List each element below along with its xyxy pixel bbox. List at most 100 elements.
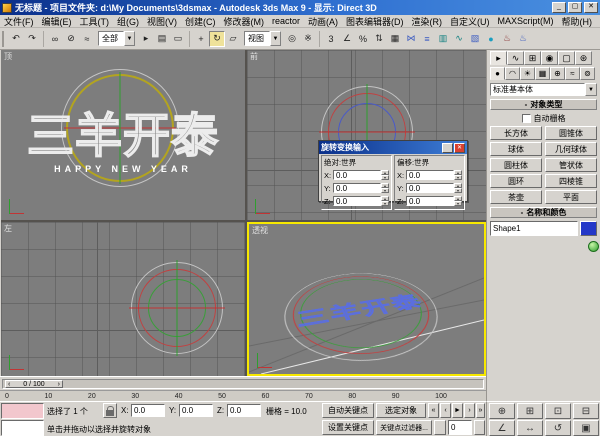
torus-button[interactable]: 圆环	[490, 174, 542, 188]
rollout-name-and-color[interactable]: - 名称和颜色	[490, 207, 597, 218]
subtab-space-warps-icon[interactable]: ≈	[565, 67, 580, 80]
undo-icon[interactable]: ↶	[8, 31, 24, 47]
subtab-systems-icon[interactable]: ⊚	[580, 67, 595, 80]
select-object-icon[interactable]: ▸	[138, 31, 154, 47]
viewport-front-label[interactable]: 前	[250, 51, 258, 62]
spinner[interactable]: ▴▾	[381, 170, 389, 180]
teapot-button[interactable]: 茶壶	[490, 190, 542, 204]
geosphere-button[interactable]: 几何球体	[545, 142, 597, 156]
tube-button[interactable]: 管状体	[545, 158, 597, 172]
viewport-top-label[interactable]: 顶	[4, 51, 12, 62]
dialog-pin-button[interactable]	[442, 143, 453, 153]
redo-icon[interactable]: ↷	[24, 31, 40, 47]
zoom-extents-icon[interactable]: ⊡	[545, 403, 571, 419]
sphere-button[interactable]: 球体	[490, 142, 542, 156]
render-setup-icon[interactable]: ♨	[499, 31, 515, 47]
absolute-x-field[interactable]: 0.0	[333, 170, 381, 180]
auto-key-button[interactable]: 自动关键点	[322, 403, 374, 418]
align-icon[interactable]: ≡	[419, 31, 435, 47]
curve-editor-icon[interactable]: ∿	[451, 31, 467, 47]
cone-button[interactable]: 圆锥体	[545, 126, 597, 140]
use-pivot-point-center-icon[interactable]: ◎	[284, 31, 300, 47]
spinner[interactable]: ▴▾	[381, 183, 389, 193]
pyramid-button[interactable]: 四棱锥	[545, 174, 597, 188]
dialog-close-icon[interactable]: ✕	[454, 143, 465, 153]
subtab-shapes-icon[interactable]: ◠	[505, 67, 520, 80]
rotate-transform-type-in-dialog[interactable]: 旋转变换输入 ✕ 绝对:世界 X: 0.0 ▴▾ Y: 0.0 ▴▾ Z: 0.…	[318, 140, 468, 202]
zoom-all-icon[interactable]: ⊞	[517, 403, 543, 419]
absolute-z-field[interactable]: 0.0	[333, 196, 381, 206]
minimize-button[interactable]: _	[552, 2, 566, 13]
menu-item-create[interactable]: 创建(C)	[181, 15, 220, 28]
select-and-link-icon[interactable]: ∞	[47, 31, 63, 47]
menu-item-modifiers[interactable]: 修改器(M)	[220, 15, 269, 28]
menu-item-edit[interactable]: 编辑(E)	[38, 15, 76, 28]
menu-item-rendering[interactable]: 渲染(R)	[408, 15, 447, 28]
play-icon[interactable]: ►	[452, 403, 463, 418]
cylinder-button[interactable]: 圆柱体	[490, 158, 542, 172]
subtab-cameras-icon[interactable]: ▦	[535, 67, 550, 80]
named-selection-sets-icon[interactable]: ▦	[387, 31, 403, 47]
quick-render-icon[interactable]: ♨	[515, 31, 531, 47]
spinner[interactable]: ▴▾	[381, 196, 389, 206]
select-and-move-icon[interactable]: +	[193, 31, 209, 47]
next-frame-icon[interactable]: ›	[464, 403, 475, 418]
pan-icon[interactable]: ↔	[517, 420, 543, 436]
absolute-y-field[interactable]: 0.0	[333, 183, 381, 193]
set-key-button[interactable]: 设置关键点	[322, 420, 374, 435]
select-by-name-icon[interactable]: ▤	[154, 31, 170, 47]
mirror-icon[interactable]: ⋈	[403, 31, 419, 47]
close-button[interactable]: ✕	[584, 2, 598, 13]
previous-frame-icon[interactable]: ‹	[440, 403, 451, 418]
subtab-geometry-icon[interactable]: ●	[490, 67, 505, 80]
z-coord-field[interactable]: 0.0	[227, 404, 261, 417]
title-bar[interactable]: 无标题 - 项目文件夹: d:\My Documents\3dsmax - Au…	[0, 0, 600, 15]
maxscript-mini-listener-macro[interactable]	[1, 403, 44, 419]
object-name-field[interactable]: Shape1	[490, 221, 578, 236]
toolbar-drag-handle[interactable]	[2, 31, 6, 47]
object-color-swatch[interactable]	[580, 221, 597, 236]
menu-item-reactor[interactable]: reactor	[268, 16, 304, 26]
spinner[interactable]: ▴▾	[454, 170, 462, 180]
offset-x-field[interactable]: 0.0	[406, 170, 454, 180]
offset-y-field[interactable]: 0.0	[406, 183, 454, 193]
selection-filter-dropdown[interactable]: 全部 ▼	[98, 31, 135, 46]
menu-item-views[interactable]: 视图(V)	[143, 15, 181, 28]
go-to-end-icon[interactable]: »	[476, 403, 485, 418]
track-bar[interactable]: 0 10 20 30 40 50 60 70 80 90 100	[0, 390, 486, 401]
offset-z-field[interactable]: 0.0	[406, 196, 454, 206]
scene-text-object[interactable]: 三羊开泰	[1, 112, 245, 159]
key-mode-toggle[interactable]	[434, 420, 446, 435]
chevron-down-icon[interactable]: ▼	[124, 31, 135, 46]
subtab-helpers-icon[interactable]: ⊕	[550, 67, 565, 80]
zoom-extents-all-icon[interactable]: ⊟	[573, 403, 599, 419]
frame-back-icon[interactable]: ‹	[8, 381, 10, 388]
primitive-category-dropdown[interactable]: 标准基本体 ▼	[490, 83, 597, 96]
go-to-start-icon[interactable]: «	[428, 403, 439, 418]
menu-item-tools[interactable]: 工具(T)	[76, 15, 114, 28]
viewport-top[interactable]: 顶 三羊开泰 HAPPY NEW YEAR	[1, 50, 245, 220]
unlink-selection-icon[interactable]: ⊘	[63, 31, 79, 47]
menu-item-help[interactable]: 帮助(H)	[558, 15, 597, 28]
viewport-perspective-label[interactable]: 透视	[252, 225, 268, 236]
spinner[interactable]: ▴▾	[454, 183, 462, 193]
menu-item-group[interactable]: 组(G)	[113, 15, 143, 28]
material-editor-icon[interactable]: ●	[483, 31, 499, 47]
maxscript-mini-listener[interactable]	[1, 420, 44, 436]
select-and-rotate-icon[interactable]: ↻	[209, 31, 225, 47]
scene-subtext-object[interactable]: HAPPY NEW YEAR	[1, 164, 245, 174]
tab-utilities-icon[interactable]: ⊛	[575, 51, 592, 65]
dialog-title-bar[interactable]: 旋转变换输入 ✕	[319, 141, 467, 154]
plane-button[interactable]: 平面	[545, 190, 597, 204]
menu-item-graph-editors[interactable]: 图表编辑器(D)	[342, 15, 408, 28]
percent-snap-icon[interactable]: %	[355, 31, 371, 47]
current-frame-field[interactable]: 0	[448, 420, 472, 435]
tab-create-icon[interactable]: ▸	[490, 51, 507, 65]
spinner-snap-icon[interactable]: ⇅	[371, 31, 387, 47]
rollout-object-type[interactable]: - 对象类型	[490, 99, 597, 110]
x-coord-field[interactable]: 0.0	[131, 404, 165, 417]
tab-display-icon[interactable]: ▢	[558, 51, 575, 65]
time-slider[interactable]: ‹ 0 / 100 ›	[0, 376, 486, 390]
menu-item-customize[interactable]: 自定义(U)	[446, 15, 494, 28]
menu-item-maxscript[interactable]: MAXScript(M)	[494, 16, 558, 26]
